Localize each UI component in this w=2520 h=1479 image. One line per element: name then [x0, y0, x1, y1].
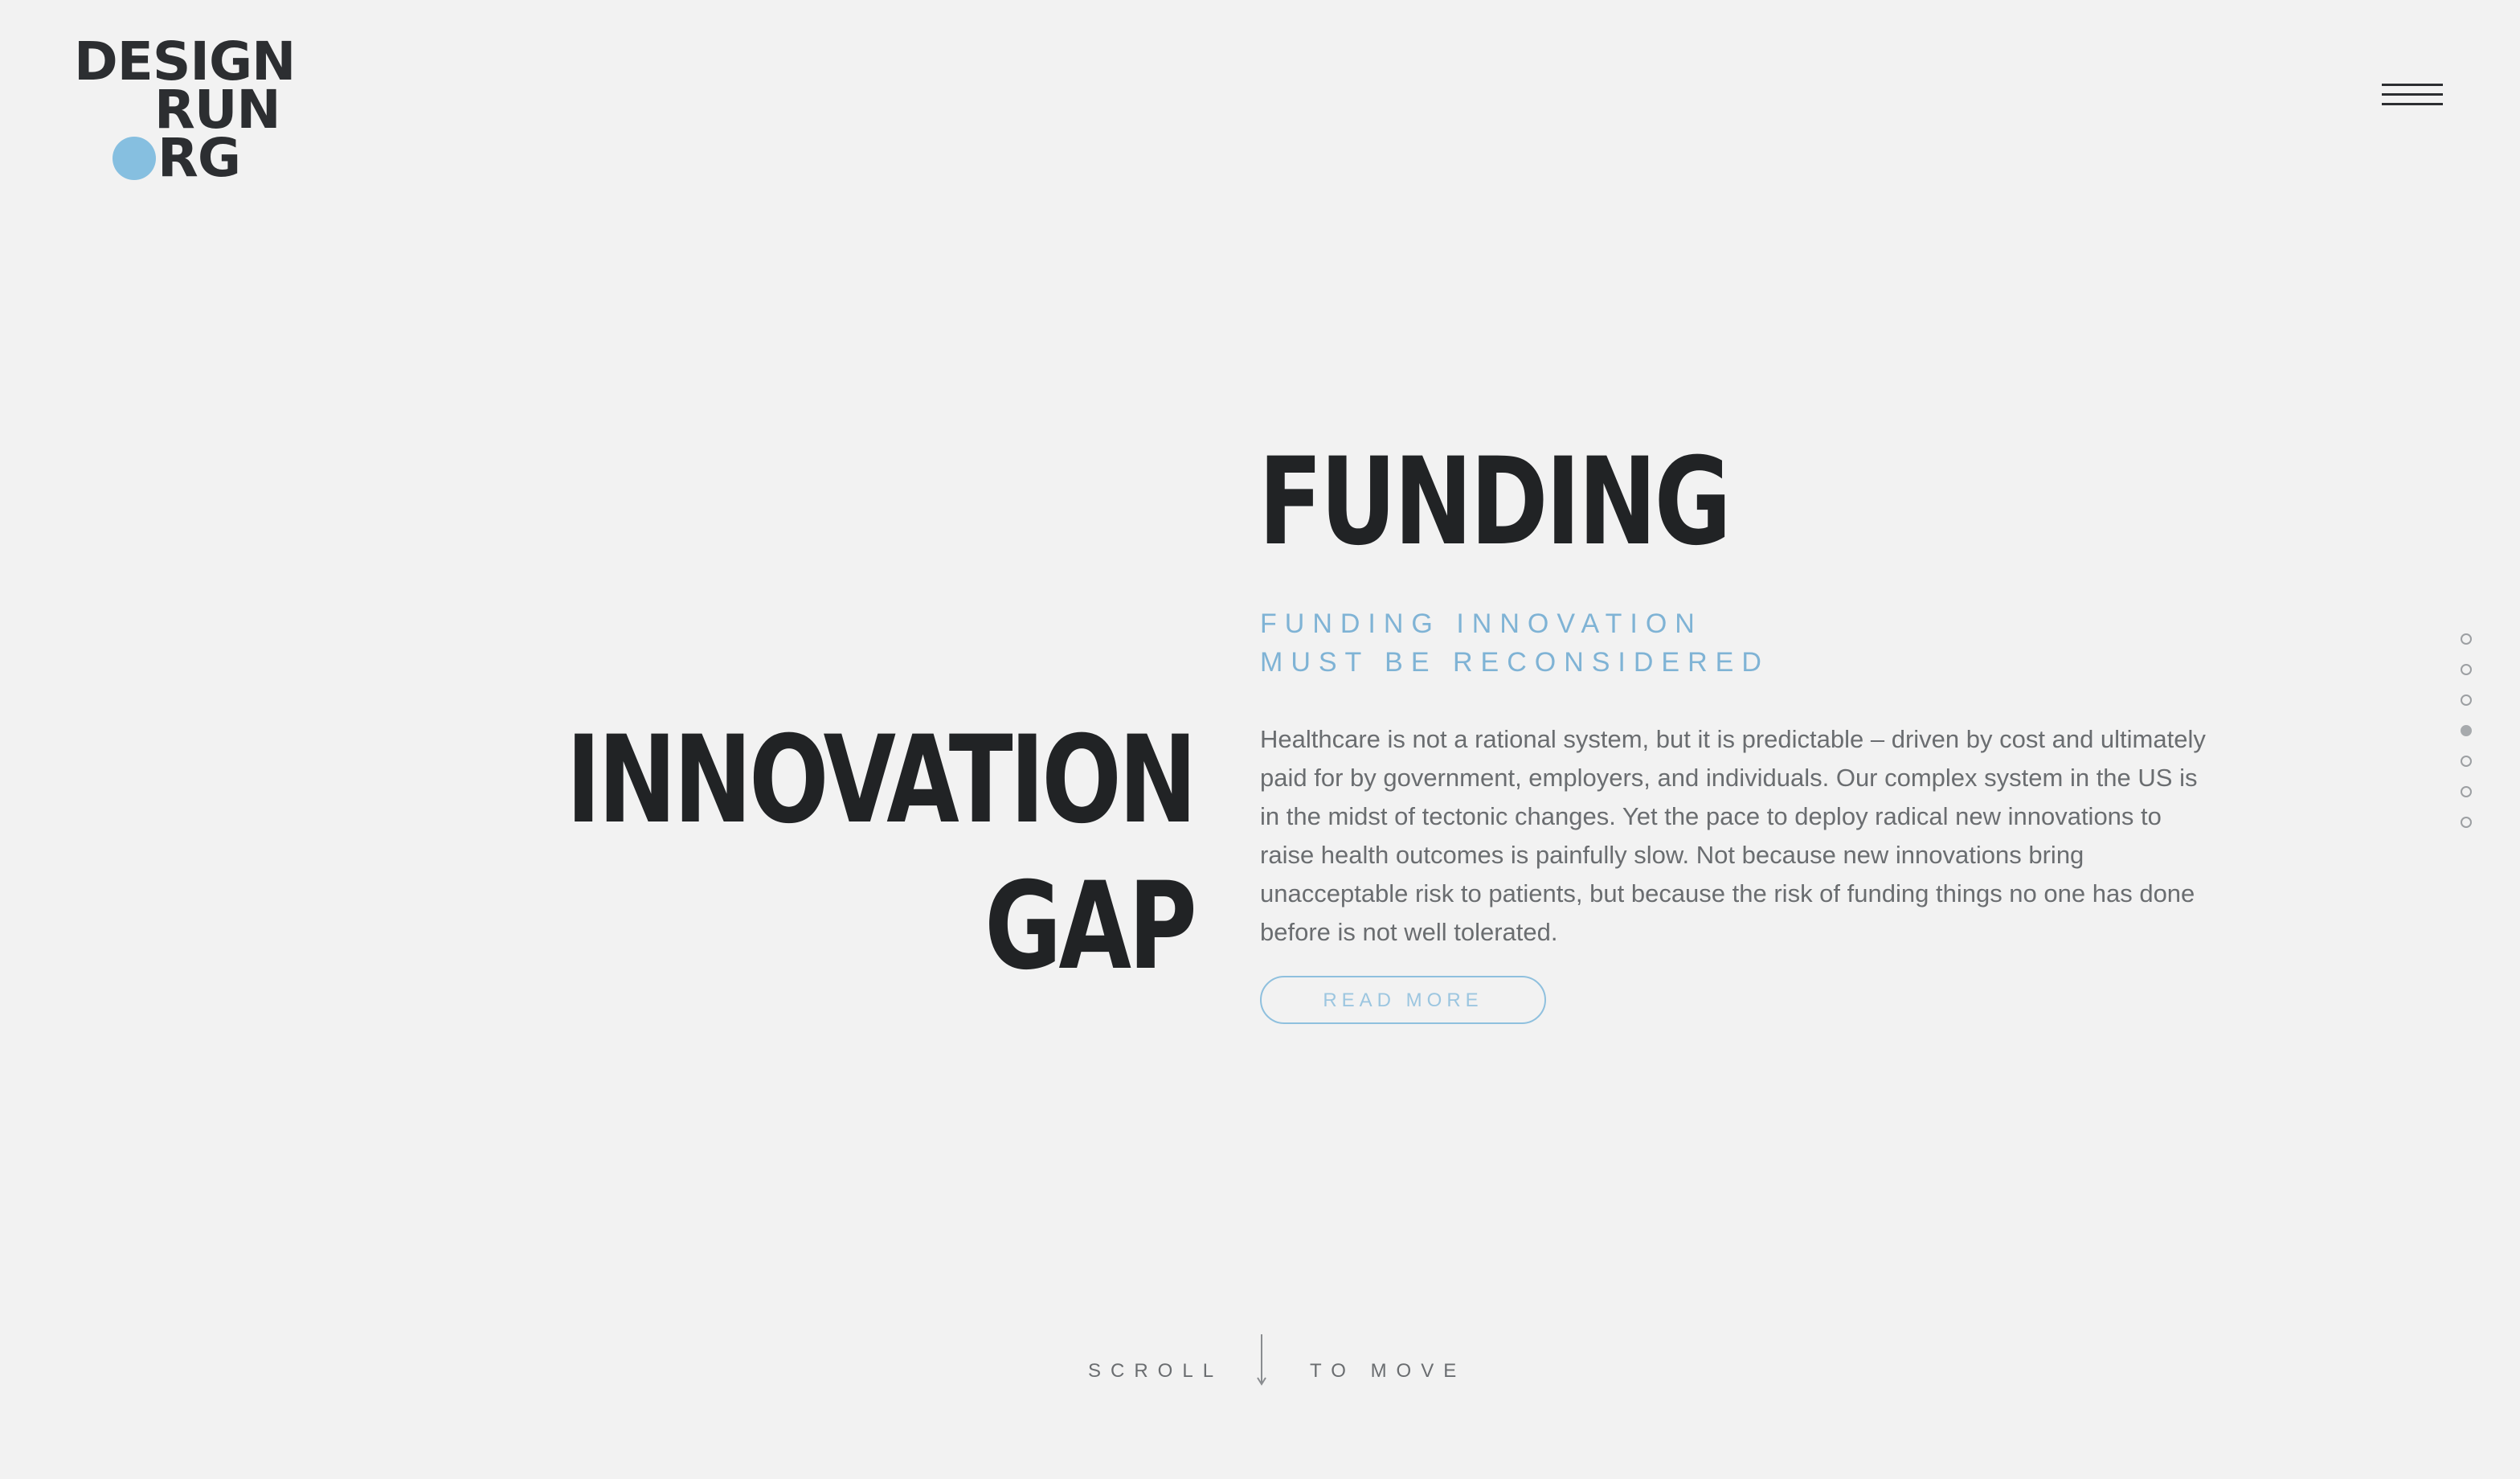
read-more-button[interactable]: READ MORE — [1260, 976, 1546, 1024]
to-move-label: TO MOVE — [1310, 1360, 1467, 1382]
page-title: FUNDING — [1258, 432, 1732, 572]
pager-dot[interactable] — [2461, 664, 2472, 675]
subtitle-line-1: FUNDING INNOVATION — [1260, 608, 1703, 639]
pager-dot[interactable] — [2461, 633, 2472, 645]
scroll-label: SCROLL — [1088, 1360, 1224, 1382]
pager-dot[interactable] — [2461, 817, 2472, 828]
subtitle-line-2: MUST BE RECONSIDERED — [1260, 647, 1769, 678]
menu-bar — [2382, 93, 2443, 96]
logo[interactable]: DESIGN RUN RG — [74, 35, 296, 189]
innovation-gap-heading: INNOVATION GAP — [566, 707, 1197, 1000]
logo-line-rg: RG — [158, 127, 241, 189]
menu-bar — [2382, 103, 2443, 105]
heading-line-gap: GAP — [984, 857, 1197, 997]
section-subtitle: FUNDING INNOVATION MUST BE RECONSIDERED — [1260, 604, 1769, 682]
pager-dot[interactable] — [2461, 786, 2472, 797]
body-paragraph: Healthcare is not a rational system, but… — [1260, 725, 2206, 946]
menu-bar — [2382, 84, 2443, 86]
arrow-down-icon — [1257, 1334, 1266, 1386]
scroll-hint: SCROLL TO MOVE — [0, 1334, 2520, 1391]
section-pager — [2461, 633, 2477, 847]
logo-circle-icon — [112, 137, 156, 180]
heading-line-innovation: INNOVATION — [566, 711, 1197, 850]
pager-dot[interactable] — [2461, 756, 2472, 767]
pager-dot[interactable] — [2461, 694, 2472, 706]
hamburger-menu-icon[interactable] — [2382, 84, 2443, 111]
pager-dot-active[interactable] — [2461, 725, 2472, 736]
